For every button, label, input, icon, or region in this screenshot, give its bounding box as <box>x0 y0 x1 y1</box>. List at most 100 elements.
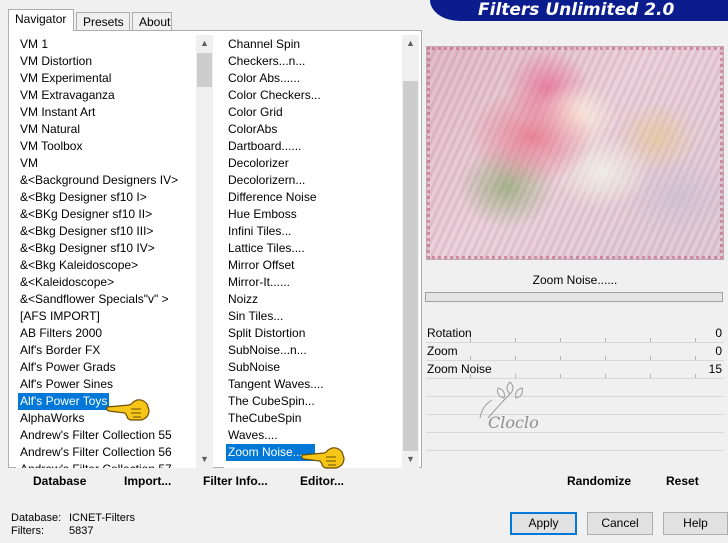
param-label: Rotation <box>427 326 472 340</box>
category-list-item[interactable]: Alf's Power Toys <box>18 393 110 410</box>
filter-list-item[interactable]: Split Distortion <box>226 325 307 342</box>
filter-list-item[interactable]: Difference Noise <box>226 189 319 206</box>
scroll-down-arrow-icon[interactable]: ▼ <box>402 451 419 468</box>
category-list-item[interactable]: &<BKg Designer sf10 II> <box>18 206 154 223</box>
filter-preview-image <box>426 46 724 260</box>
category-list-item[interactable]: VM Extravaganza <box>18 87 117 104</box>
category-list-item[interactable]: VM Instant Art <box>18 104 97 121</box>
param-tick <box>605 374 606 378</box>
filter-list-item[interactable]: ColorAbs <box>226 121 279 138</box>
param-divider <box>426 450 724 451</box>
filter-list[interactable]: Channel Spin Checkers...n... Color Abs....… <box>224 35 402 468</box>
pointing-hand-icon <box>301 447 345 469</box>
scroll-down-arrow-icon[interactable]: ▼ <box>196 451 213 468</box>
filter-scrollbar[interactable]: ▲ ▼ <box>402 35 419 468</box>
tab-about[interactable]: About <box>132 12 172 30</box>
param-tick <box>605 356 606 360</box>
scrollbar-thumb[interactable] <box>197 53 212 87</box>
category-list-item[interactable]: [AFS IMPORT] <box>18 308 102 325</box>
param-tick <box>470 338 471 342</box>
param-tick <box>605 338 606 342</box>
editor-button[interactable]: Editor... <box>300 474 344 488</box>
param-tick <box>695 356 696 360</box>
param-tick <box>560 356 561 360</box>
filter-list-item[interactable]: TheCubeSpin <box>226 410 303 427</box>
database-label: Database: <box>11 512 62 524</box>
category-list-item[interactable]: &<Bkg Designer sf10 III> <box>18 223 155 240</box>
category-list-item[interactable]: &<Kaleidoscope> <box>18 274 116 291</box>
param-tick <box>515 374 516 378</box>
category-list-item[interactable]: &<Sandflower Specials"v" > <box>18 291 171 308</box>
category-list-item[interactable]: VM Natural <box>18 121 82 138</box>
param-tick <box>560 374 561 378</box>
category-list-item[interactable]: Andrew's Filter Collection 56 <box>18 444 174 461</box>
filter-list-item[interactable]: Tangent Waves.... <box>226 376 326 393</box>
filter-list-item[interactable]: Checkers...n... <box>226 53 307 70</box>
param-value: 0 <box>715 344 722 358</box>
category-list-item[interactable]: Andrew's Filter Collection 55 <box>18 427 174 444</box>
param-tick <box>470 356 471 360</box>
filters-count-label: Filters: <box>11 525 44 537</box>
filter-info-button[interactable]: Filter Info... <box>203 474 268 488</box>
reset-button[interactable]: Reset <box>666 474 699 488</box>
filter-list-item[interactable]: Waves.... <box>226 427 280 444</box>
filter-list-item[interactable]: Dartboard...... <box>226 138 303 155</box>
category-list-item[interactable]: &<Bkg Kaleidoscope> <box>18 257 140 274</box>
category-list-item[interactable]: &<Bkg Designer sf10 IV> <box>18 240 157 257</box>
filter-list-item[interactable]: The CubeSpin... <box>226 393 317 410</box>
scroll-up-arrow-icon[interactable]: ▲ <box>196 35 213 52</box>
category-list-item[interactable]: VM <box>18 155 40 172</box>
filter-list-item[interactable]: Color Checkers... <box>226 87 323 104</box>
filter-list-item[interactable]: Lattice Tiles.... <box>226 240 307 257</box>
category-list-item[interactable]: VM Distortion <box>18 53 94 70</box>
category-list-item[interactable]: Andrew's Filter Collection 57 <box>18 461 174 468</box>
category-list-item[interactable]: VM Toolbox <box>18 138 84 155</box>
category-list-item[interactable]: AB Filters 2000 <box>18 325 104 342</box>
category-list-item[interactable]: VM Experimental <box>18 70 113 87</box>
filter-list-item[interactable]: Mirror Offset <box>226 257 296 274</box>
category-list-item[interactable]: Alf's Power Grads <box>18 359 118 376</box>
param-tick <box>515 356 516 360</box>
filter-list-item[interactable]: Hue Emboss <box>226 206 299 223</box>
filter-list-item[interactable]: Infini Tiles... <box>226 223 293 240</box>
filter-list-item[interactable]: Color Grid <box>226 104 285 121</box>
filter-list-item[interactable]: SubNoise...n... <box>226 342 309 359</box>
filter-list-item[interactable]: Channel Spin <box>226 36 302 53</box>
import-button[interactable]: Import... <box>124 474 171 488</box>
param-value: 15 <box>708 362 722 376</box>
filter-list-item[interactable]: Decolorizern... <box>226 172 307 189</box>
help-button[interactable]: Help <box>663 512 728 535</box>
filter-list-item[interactable]: Mirror-It...... <box>226 274 292 291</box>
param-tick <box>470 374 471 378</box>
watermark-text: Cloclo <box>488 413 539 432</box>
scrollbar-thumb[interactable] <box>403 81 418 451</box>
category-list-item[interactable]: AlphaWorks <box>18 410 86 427</box>
filter-list-item[interactable]: Sin Tiles... <box>226 308 285 325</box>
param-tick <box>650 374 651 378</box>
param-tick <box>650 356 651 360</box>
category-list-item[interactable]: VM 1 <box>18 36 50 53</box>
category-list-item[interactable]: Alf's Border FX <box>18 342 102 359</box>
param-tick <box>515 338 516 342</box>
randomize-button[interactable]: Randomize <box>567 474 631 488</box>
category-list-item[interactable]: &<Bkg Designer sf10 I> <box>18 189 149 206</box>
apply-button[interactable]: Apply <box>510 512 577 535</box>
tab-presets[interactable]: Presets <box>76 12 130 30</box>
category-list-item[interactable]: Alf's Power Sines <box>18 376 115 393</box>
category-list-item[interactable]: &<Background Designers IV> <box>18 172 180 189</box>
filter-list-item[interactable]: Noizz <box>226 291 260 308</box>
filters-count-value: 5837 <box>69 525 94 537</box>
filter-title-bar <box>425 292 723 302</box>
tab-navigator[interactable]: Navigator <box>8 9 74 31</box>
category-scrollbar[interactable]: ▲ ▼ <box>196 35 213 468</box>
filter-list-item[interactable]: Decolorizer <box>226 155 291 172</box>
filter-list-item[interactable]: SubNoise <box>226 359 282 376</box>
param-tick <box>695 374 696 378</box>
filter-list-item[interactable]: Color Abs...... <box>226 70 302 87</box>
scroll-up-arrow-icon[interactable]: ▲ <box>402 35 419 52</box>
app-title: Filters Unlimited 2.0 <box>430 0 728 21</box>
cancel-button[interactable]: Cancel <box>587 512 653 535</box>
database-button[interactable]: Database <box>33 474 86 488</box>
watermark-flower-icon: Cloclo <box>479 381 539 432</box>
param-label: Zoom Noise <box>427 362 492 376</box>
